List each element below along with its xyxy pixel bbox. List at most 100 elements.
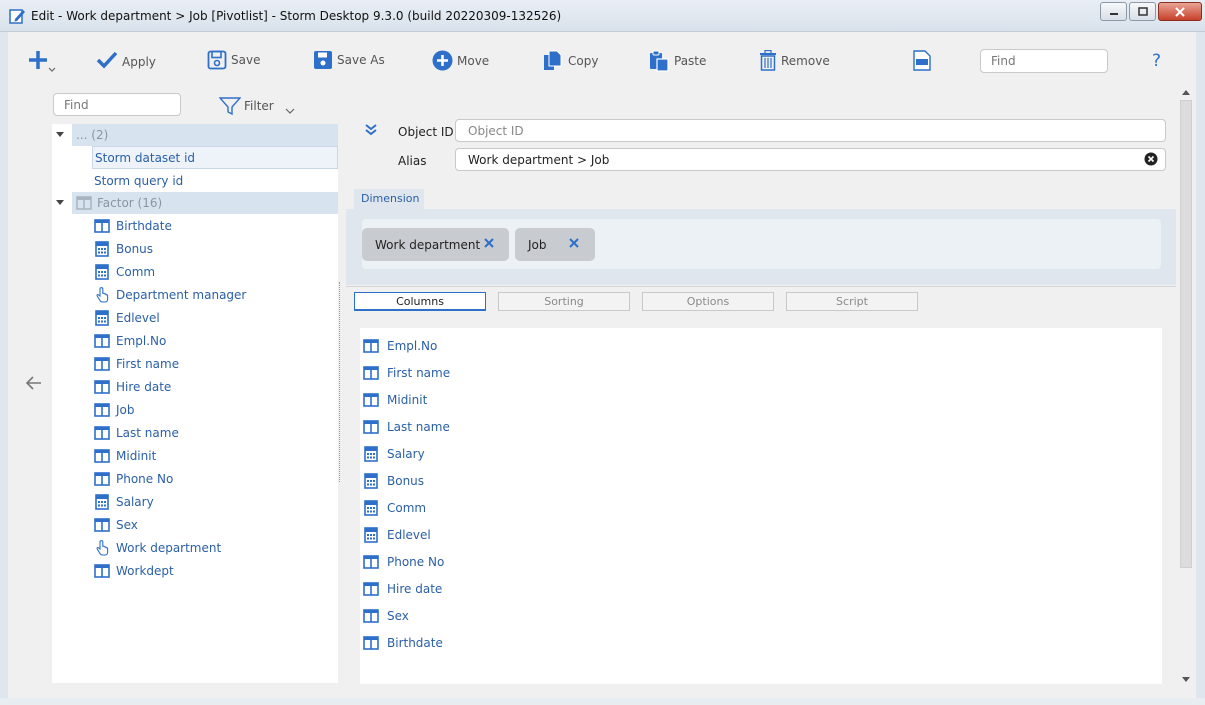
column-item-label: First name bbox=[387, 365, 451, 380]
column-item-birthdate[interactable]: Birthdate bbox=[360, 629, 1162, 656]
vertical-scrollbar[interactable] bbox=[1179, 86, 1193, 686]
tab-options[interactable]: Options bbox=[642, 292, 774, 311]
paste-label: Paste bbox=[674, 54, 707, 68]
checkmark-icon bbox=[96, 51, 118, 69]
title-bar: Edit - Work department > Job [Pivotlist]… bbox=[0, 0, 1205, 32]
column-item-empl-no[interactable]: Empl.No bbox=[360, 332, 1162, 359]
tree-item-label: Department manager bbox=[116, 287, 247, 302]
save-as-button[interactable]: Save As bbox=[313, 50, 385, 70]
paste-button[interactable]: Paste bbox=[648, 50, 706, 72]
pointer-icon bbox=[94, 539, 110, 556]
move-label: Move bbox=[457, 53, 490, 68]
double-chevron-down-icon[interactable] bbox=[364, 123, 378, 137]
copy-icon bbox=[544, 50, 562, 70]
add-button[interactable] bbox=[28, 48, 56, 74]
tree-item-comm[interactable]: Comm bbox=[52, 260, 338, 283]
tree-item-label: Empl.No bbox=[116, 333, 167, 348]
export-xml-button[interactable] bbox=[913, 50, 931, 71]
column-item-first-name[interactable]: First name bbox=[360, 359, 1162, 386]
splitter[interactable] bbox=[339, 282, 341, 482]
remove-button[interactable]: Remove bbox=[759, 50, 830, 71]
filter-button[interactable]: Filter bbox=[219, 96, 295, 116]
column-item-hire-date[interactable]: Hire date bbox=[360, 575, 1162, 602]
help-button[interactable]: ? bbox=[1152, 51, 1161, 71]
tree-item-workdept[interactable]: Workdept bbox=[52, 559, 338, 582]
tab-dimension[interactable]: Dimension bbox=[354, 189, 424, 209]
tree-item-storm-query-id[interactable]: Storm query id bbox=[52, 169, 338, 192]
column-item-midinit[interactable]: Midinit bbox=[360, 386, 1162, 413]
move-button[interactable]: Move bbox=[432, 50, 489, 71]
close-button[interactable] bbox=[1158, 2, 1202, 21]
tree-item-phone-no[interactable]: Phone No bbox=[52, 467, 338, 490]
column-item-sex[interactable]: Sex bbox=[360, 602, 1162, 629]
column-item-last-name[interactable]: Last name bbox=[360, 413, 1162, 440]
clear-icon[interactable] bbox=[1144, 152, 1158, 166]
chip-label: Work department bbox=[375, 237, 481, 252]
save-button[interactable]: Save bbox=[207, 50, 260, 70]
table-icon bbox=[363, 392, 379, 408]
scroll-up-icon[interactable] bbox=[1182, 90, 1190, 95]
tree-group-factor[interactable]: Factor (16) bbox=[56, 192, 338, 214]
scrollbar-thumb[interactable] bbox=[1180, 100, 1192, 568]
column-item-salary[interactable]: Salary bbox=[360, 440, 1162, 467]
scroll-down-icon[interactable] bbox=[1182, 677, 1190, 682]
tree-group-misc[interactable]: ... (2) bbox=[56, 124, 338, 146]
tree-item-salary[interactable]: Salary bbox=[52, 490, 338, 513]
paste-icon bbox=[650, 50, 669, 72]
calculator-icon bbox=[363, 499, 379, 516]
remove-chip-icon[interactable] bbox=[483, 237, 495, 249]
arrow-left-icon bbox=[25, 376, 41, 390]
tree-item-label: Bonus bbox=[116, 241, 154, 256]
tree-item-empl-no[interactable]: Empl.No bbox=[52, 329, 338, 352]
column-item-phone-no[interactable]: Phone No bbox=[360, 548, 1162, 575]
table-icon bbox=[363, 554, 379, 570]
tree-item-job[interactable]: Job bbox=[52, 398, 338, 421]
dimension-chip-job[interactable]: Job bbox=[515, 228, 595, 261]
dimension-chip-work-department[interactable]: Work department bbox=[362, 228, 509, 261]
tab-script[interactable]: Script bbox=[786, 292, 918, 311]
alias-input[interactable] bbox=[455, 148, 1166, 171]
calculator-icon bbox=[363, 445, 379, 462]
tree-item-label: Comm bbox=[116, 264, 156, 279]
caret-down-icon[interactable] bbox=[56, 200, 64, 205]
copy-button[interactable]: Copy bbox=[542, 50, 598, 72]
back-button[interactable] bbox=[25, 376, 42, 393]
tree-item-storm-dataset-id[interactable]: Storm dataset id bbox=[92, 146, 338, 169]
column-item-label: Sex bbox=[387, 608, 409, 623]
tab-columns[interactable]: Columns bbox=[354, 292, 486, 311]
tree-item-label: Sex bbox=[116, 517, 138, 532]
toolbar: Apply Save Save As Move Copy Paste Remov… bbox=[8, 32, 1184, 90]
tree-item-sex[interactable]: Sex bbox=[52, 513, 338, 536]
tree-item-bonus[interactable]: Bonus bbox=[52, 237, 338, 260]
chip-label: Job bbox=[528, 237, 547, 252]
dimension-chips-container: Work department Job bbox=[362, 219, 1161, 269]
tree-item-edlevel[interactable]: Edlevel bbox=[52, 306, 338, 329]
column-item-label: Empl.No bbox=[387, 338, 438, 353]
table-icon bbox=[94, 471, 110, 487]
tree-item-last-name[interactable]: Last name bbox=[52, 421, 338, 444]
caret-down-icon[interactable] bbox=[56, 132, 64, 137]
tree-item-department-manager[interactable]: Department manager bbox=[52, 283, 338, 306]
minimize-button[interactable] bbox=[1100, 2, 1127, 21]
tab-sorting[interactable]: Sorting bbox=[498, 292, 630, 311]
close-icon bbox=[1175, 6, 1185, 17]
remove-chip-icon[interactable] bbox=[568, 237, 580, 249]
toolbar-find-input[interactable] bbox=[980, 49, 1108, 73]
tree-find-input[interactable] bbox=[53, 93, 181, 116]
tree-item-work-department[interactable]: Work department bbox=[52, 536, 338, 559]
column-item-bonus[interactable]: Bonus bbox=[360, 467, 1162, 494]
object-id-input[interactable] bbox=[455, 119, 1166, 142]
tree-item-first-name[interactable]: First name bbox=[52, 352, 338, 375]
tree-item-midinit[interactable]: Midinit bbox=[52, 444, 338, 467]
apply-button[interactable]: Apply bbox=[96, 50, 156, 70]
column-item-label: Salary bbox=[387, 446, 425, 461]
tree-item-hire-date[interactable]: Hire date bbox=[52, 375, 338, 398]
column-item-comm[interactable]: Comm bbox=[360, 494, 1162, 521]
tree-item-birthdate[interactable]: Birthdate bbox=[52, 214, 338, 237]
table-icon bbox=[363, 581, 379, 597]
maximize-button[interactable] bbox=[1129, 2, 1156, 21]
calculator-icon bbox=[94, 493, 110, 510]
column-item-edlevel[interactable]: Edlevel bbox=[360, 521, 1162, 548]
table-icon bbox=[363, 635, 379, 651]
calculator-icon bbox=[363, 472, 379, 489]
